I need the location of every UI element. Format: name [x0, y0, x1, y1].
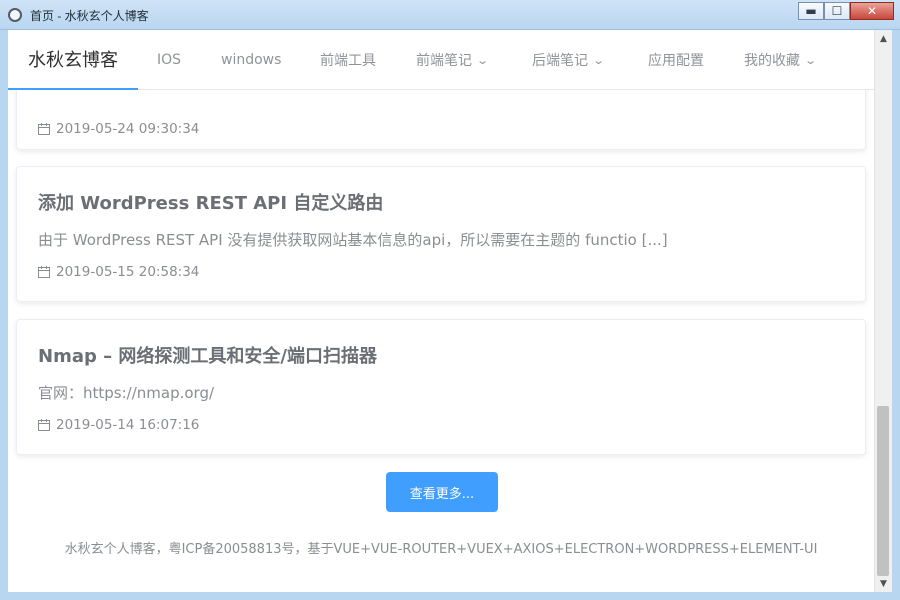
nav-item-label: windows: [221, 52, 282, 68]
window-titlebar: 首页 - 水秋玄个人博客 ▬ ☐ ✕: [0, 0, 900, 30]
nav-item-label: 后端笔记: [532, 53, 588, 69]
nav-item-label: 前端工具: [320, 53, 376, 69]
scroll-up-arrow-icon[interactable]: ▲: [875, 30, 892, 47]
nav-item-backend-notes[interactable]: 后端笔记 ⌄: [532, 30, 606, 90]
post-list: 2019-05-24 09:30:34 添加 WordPress REST AP…: [8, 90, 874, 592]
post-date: 2019-05-14 16:07:16: [38, 417, 199, 433]
post-excerpt: 由于 WordPress REST API 没有提供获取网站基本信息的api，所…: [38, 231, 668, 249]
nav-item-label: 我的收藏: [744, 53, 800, 69]
window-border-left: [0, 30, 8, 592]
post-date-text: 2019-05-15 20:58:34: [56, 264, 200, 280]
nav-item-frontend-tools[interactable]: 前端工具: [320, 30, 376, 90]
close-button[interactable]: ✕: [850, 2, 894, 20]
top-nav: 水秋玄博客 IOS windows 前端工具 前端笔记 ⌄ 后端笔记 ⌄ 应用配…: [8, 30, 874, 90]
post-card[interactable]: 2019-05-24 09:30:34: [16, 90, 866, 150]
calendar-icon: [38, 419, 50, 431]
window-border-bottom: [0, 592, 900, 600]
nav-item-label: 前端笔记: [416, 53, 472, 69]
vertical-scrollbar[interactable]: ▲ ▼: [874, 30, 892, 592]
calendar-icon: [38, 123, 50, 135]
nav-item-favorites[interactable]: 我的收藏 ⌄: [744, 30, 818, 90]
post-title[interactable]: 添加 WordPress REST API 自定义路由: [38, 189, 383, 215]
footer-text: 水秋玄个人博客，粤ICP备20058813号，基于VUE+VUE-ROUTER+…: [64, 542, 818, 557]
load-more-button[interactable]: 查看更多...: [386, 472, 498, 512]
nav-item-ios[interactable]: IOS: [157, 30, 181, 90]
post-date: 2019-05-24 09:30:34: [38, 121, 199, 137]
post-date: 2019-05-15 20:58:34: [38, 264, 199, 280]
chevron-down-icon: ⌄: [592, 53, 606, 67]
maximize-button[interactable]: ☐: [824, 2, 850, 20]
nav-item-label: 应用配置: [648, 53, 704, 69]
app-client-area: 水秋玄博客 IOS windows 前端工具 前端笔记 ⌄ 后端笔记 ⌄ 应用配…: [8, 30, 892, 592]
post-date-text: 2019-05-14 16:07:16: [56, 417, 200, 433]
post-card[interactable]: Nmap – 网络探测工具和安全/端口扫描器 官网：https://nmap.o…: [16, 319, 866, 455]
window-controls: ▬ ☐ ✕: [798, 2, 894, 20]
minimize-button[interactable]: ▬: [798, 2, 824, 20]
post-date-text: 2019-05-24 09:30:34: [56, 121, 200, 137]
brand-link[interactable]: 水秋玄博客: [8, 30, 138, 90]
scroll-down-arrow-icon[interactable]: ▼: [875, 575, 892, 592]
app-logo-icon: [8, 8, 22, 22]
calendar-icon: [38, 266, 50, 278]
nav-item-windows[interactable]: windows: [221, 30, 281, 90]
post-title[interactable]: Nmap – 网络探测工具和安全/端口扫描器: [38, 342, 377, 368]
nav-item-frontend-notes[interactable]: 前端笔记 ⌄: [416, 30, 490, 90]
window-title: 首页 - 水秋玄个人博客: [30, 9, 149, 23]
chevron-down-icon: ⌄: [804, 53, 818, 67]
post-excerpt: 官网：https://nmap.org/: [38, 384, 215, 402]
nav-item-app-config[interactable]: 应用配置: [648, 30, 704, 90]
post-card[interactable]: 添加 WordPress REST API 自定义路由 由于 WordPress…: [16, 166, 866, 302]
chevron-down-icon: ⌄: [476, 53, 490, 67]
scrollbar-thumb[interactable]: [877, 406, 889, 576]
nav-item-label: IOS: [157, 52, 182, 68]
window-border-right: [892, 30, 900, 592]
